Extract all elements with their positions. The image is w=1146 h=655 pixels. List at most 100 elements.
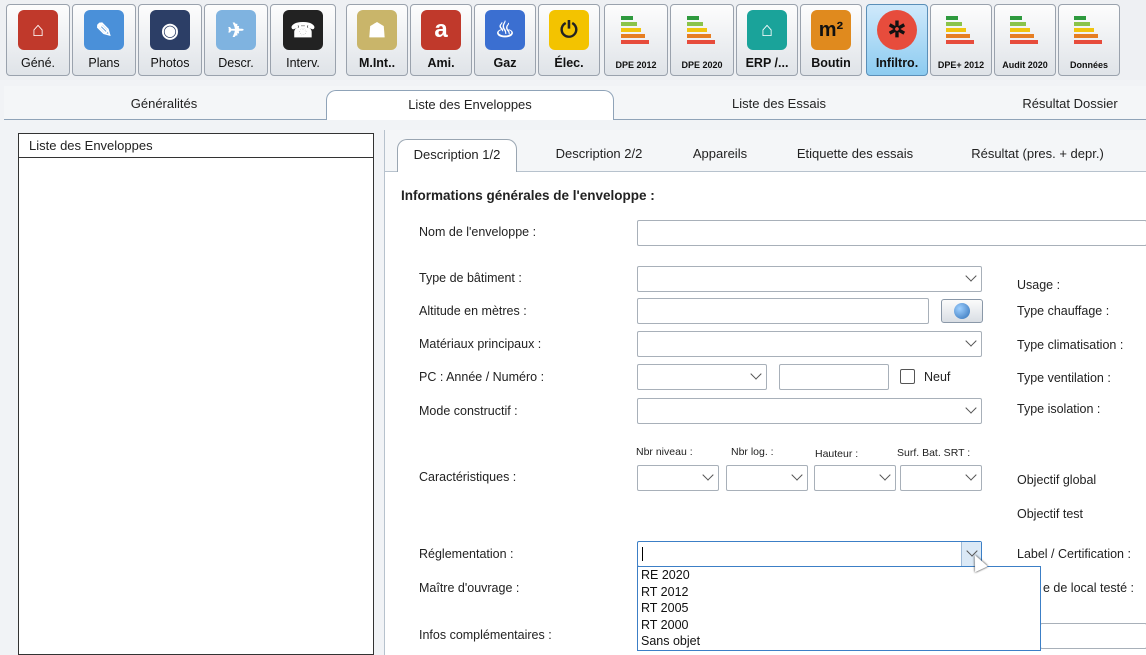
type-local-teste-label: e de local testé : <box>1043 581 1135 595</box>
nom-label: Nom de l'enveloppe : <box>419 225 537 239</box>
type-chauffage-label: Type chauffage : <box>1017 304 1110 318</box>
infos-complementaires-label: Infos complémentaires : <box>419 628 552 642</box>
energy-label-data-icon <box>1069 10 1109 50</box>
erp-button[interactable]: ⌂ ERP /... <box>736 4 798 76</box>
tab-description-2[interactable]: Description 2/2 <box>535 139 663 172</box>
audit2020-button[interactable]: Audit 2020 <box>994 4 1056 76</box>
chevron-down-icon <box>879 469 891 481</box>
ami-button[interactable]: a Ami. <box>410 4 472 76</box>
main-tabs: Généralités Liste des Enveloppes Liste d… <box>4 86 1146 120</box>
square-meter-icon: m² <box>811 10 851 50</box>
nbr-niveau-select[interactable] <box>637 465 719 491</box>
gene-button[interactable]: ⌂ Géné. <box>6 4 70 76</box>
objectif-test-label: Objectif test <box>1017 507 1083 521</box>
tab-description-1[interactable]: Description 1/2 <box>397 139 517 172</box>
neuf-checkbox[interactable] <box>900 369 915 384</box>
label-certification-label: Label / Certification : <box>1017 547 1131 561</box>
tab-etiquette-essais[interactable]: Etiquette des essais <box>785 139 925 172</box>
photos-button[interactable]: ◉ Photos <box>138 4 202 76</box>
tab-liste-enveloppes[interactable]: Liste des Enveloppes <box>326 90 614 120</box>
chevron-down-icon <box>965 402 977 414</box>
toolbar: ⌂ Géné. ✎ Plans ◉ Photos ✈ Descr. ☎ Inte… <box>0 0 1146 80</box>
boutin-button[interactable]: m² Boutin <box>800 4 862 76</box>
pc-numero-input[interactable] <box>779 364 889 390</box>
nom-input[interactable] <box>637 220 1146 246</box>
infiltro-button[interactable]: ✲ Infiltro. <box>866 4 928 76</box>
descr-button[interactable]: ✈ Descr. <box>204 4 268 76</box>
tab-resultat-dossier[interactable]: Résultat Dossier <box>994 90 1146 120</box>
mint-button[interactable]: ☗ M.Int.. <box>346 4 408 76</box>
dropdown-option-rt2005[interactable]: RT 2005 <box>638 600 1040 617</box>
globe-icon <box>954 303 970 319</box>
altitude-input[interactable] <box>637 298 929 324</box>
surf-bat-srt-select[interactable] <box>900 465 982 491</box>
reglementation-label: Réglementation : <box>419 547 514 561</box>
tab-liste-essais[interactable]: Liste des Essais <box>634 90 924 120</box>
enveloppes-list-panel: Liste des Enveloppes <box>18 133 374 655</box>
nbr-niveau-label: Nbr niveau : <box>636 446 693 458</box>
usage-label: Usage : <box>1017 278 1061 292</box>
hauteur-select[interactable] <box>814 465 896 491</box>
local-teste-input[interactable] <box>1040 623 1146 649</box>
materiaux-label: Matériaux principaux : <box>419 337 542 351</box>
gaz-button[interactable]: ♨ Gaz <box>474 4 536 76</box>
chevron-down-icon <box>965 335 977 347</box>
reglementation-select[interactable] <box>637 541 982 567</box>
letter-a-icon: a <box>421 10 461 50</box>
interv-button[interactable]: ☎ Interv. <box>270 4 336 76</box>
nbr-log-label: Nbr log. : <box>731 446 774 458</box>
paper-plane-icon: ✈ <box>216 10 256 50</box>
dpe-plus-2012-button[interactable]: DPE+ 2012 <box>930 4 992 76</box>
mode-constructif-label: Mode constructif : <box>419 404 518 418</box>
type-batiment-label: Type de bâtiment : <box>419 271 522 285</box>
tab-resultat-pres-depr[interactable]: Résultat (pres. + depr.) <box>950 139 1125 172</box>
text-caret <box>642 547 643 561</box>
tab-appareils[interactable]: Appareils <box>675 139 765 172</box>
tab-generalites[interactable]: Généralités <box>24 90 304 120</box>
mode-constructif-select[interactable] <box>637 398 982 424</box>
factory-icon: ⌂ <box>747 10 787 50</box>
type-isolation-label: Type isolation : <box>1017 402 1101 416</box>
plug-icon: ⏻ <box>549 10 589 50</box>
camera-icon: ◉ <box>150 10 190 50</box>
maitre-ouvrage-label: Maître d'ouvrage : <box>419 581 520 595</box>
pc-annee-select[interactable] <box>637 364 767 390</box>
type-ventilation-label: Type ventilation : <box>1017 371 1111 385</box>
nbr-log-select[interactable] <box>726 465 808 491</box>
energy-label-icon <box>616 10 656 50</box>
type-batiment-select[interactable] <box>637 266 982 292</box>
neuf-label: Neuf <box>924 370 951 384</box>
phone-icon: ☎ <box>283 10 323 50</box>
enveloppe-form-panel: Description 1/2 Description 2/2 Appareil… <box>384 130 1146 655</box>
donnees-button[interactable]: Données <box>1058 4 1120 76</box>
ruler-pencil-icon: ✎ <box>84 10 124 50</box>
energy-label-plus-icon <box>941 10 981 50</box>
section-title: Informations générales de l'enveloppe : <box>401 188 655 203</box>
chevron-down-icon <box>965 469 977 481</box>
dpe2012-button[interactable]: DPE 2012 <box>604 4 668 76</box>
chevron-down-icon <box>702 469 714 481</box>
person-door-icon: ☗ <box>357 10 397 50</box>
pc-label: PC : Année / Numéro : <box>419 370 545 384</box>
fan-icon: ✲ <box>877 10 917 50</box>
type-climatisation-label: Type climatisation : <box>1017 338 1124 352</box>
dropdown-option-rt2000[interactable]: RT 2000 <box>638 617 1040 634</box>
altitude-lookup-button[interactable] <box>941 299 983 323</box>
dpe2020-button[interactable]: DPE 2020 <box>670 4 734 76</box>
chevron-down-icon <box>791 469 803 481</box>
elec-button[interactable]: ⏻ Élec. <box>538 4 600 76</box>
objectif-global-label: Objectif global <box>1017 473 1097 487</box>
sub-tabs: Description 1/2 Description 2/2 Appareil… <box>385 130 1146 172</box>
flame-icon: ♨ <box>485 10 525 50</box>
plans-button[interactable]: ✎ Plans <box>72 4 136 76</box>
altitude-label: Altitude en mètres : <box>419 304 527 318</box>
dropdown-option-rt2012[interactable]: RT 2012 <box>638 584 1040 601</box>
energy-label-eu-icon <box>682 10 722 50</box>
dropdown-option-sans-objet[interactable]: Sans objet <box>638 633 1040 650</box>
caracteristiques-label: Caractéristiques : <box>419 470 517 484</box>
hauteur-label: Hauteur : <box>815 448 859 460</box>
enveloppes-list-header: Liste des Enveloppes <box>19 134 373 158</box>
chevron-down-icon <box>965 270 977 282</box>
materiaux-select[interactable] <box>637 331 982 357</box>
chevron-down-icon <box>750 368 762 380</box>
